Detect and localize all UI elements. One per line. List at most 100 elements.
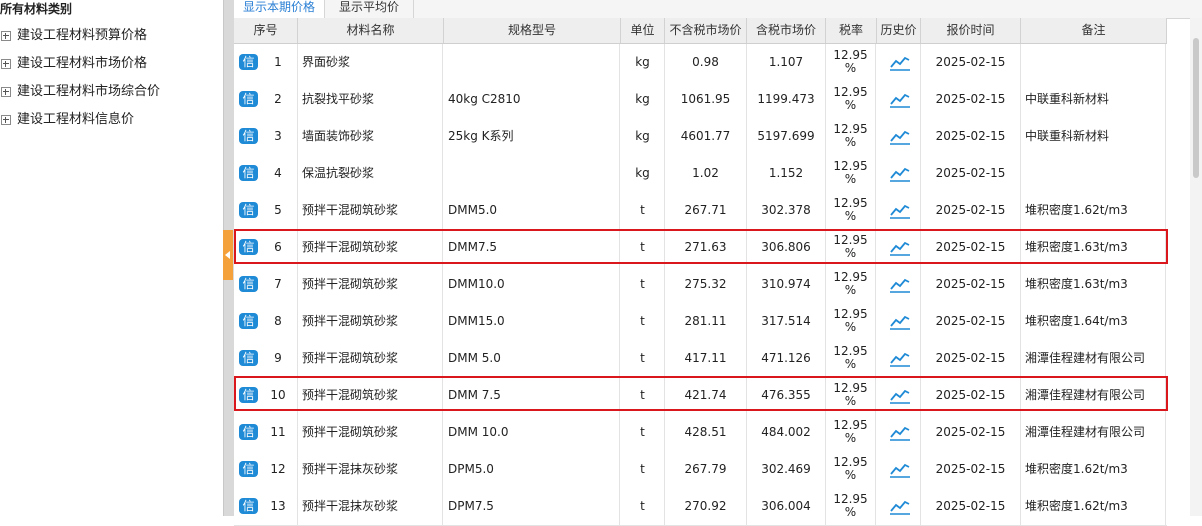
history-chart-icon[interactable] — [890, 240, 910, 256]
cell-price: 0.98 — [665, 44, 747, 81]
table-row[interactable]: 信 8 预拌干混砌筑砂浆 DMM15.0 t 281.11 317.514 12.95% 202… — [234, 303, 1167, 341]
row-seq-number: 11 — [270, 425, 286, 439]
table-row[interactable]: 信 5 预拌干混砌筑砂浆 DMM5.0 t 267.71 302.378 12.95% 2025… — [234, 192, 1167, 230]
cell-name: 预拌干混砌筑砂浆 — [298, 303, 443, 340]
vertical-scrollbar[interactable] — [1190, 18, 1202, 516]
history-chart-icon[interactable] — [890, 351, 910, 367]
cell-name: 预拌干混砌筑砂浆 — [298, 266, 443, 303]
cell-history — [877, 377, 921, 414]
cell-tax-rate: 12.95% — [826, 340, 876, 377]
col-header-unit[interactable]: 单位 — [621, 18, 665, 43]
tree-item-budget-price[interactable]: 建设工程材料预算价格 — [0, 22, 147, 50]
tab-average-price[interactable]: 显示平均价 — [325, 0, 414, 18]
info-badge-icon[interactable]: 信 — [239, 91, 258, 107]
cell-tax-rate: 12.95% — [826, 229, 876, 266]
cell-tax-rate: 12.95% — [826, 303, 876, 340]
info-badge-icon[interactable]: 信 — [239, 239, 258, 255]
history-chart-icon[interactable] — [890, 92, 910, 108]
cell-seq: 信6 — [234, 229, 298, 266]
info-badge-icon[interactable]: 信 — [239, 202, 258, 218]
history-chart-icon[interactable] — [890, 277, 910, 293]
col-header-spec[interactable]: 规格型号 — [444, 18, 621, 43]
col-header-name[interactable]: 材料名称 — [298, 18, 444, 43]
history-chart-icon[interactable] — [890, 462, 910, 478]
table-row[interactable]: 信 10 预拌干混砌筑砂浆 DMM 7.5 t 421.74 476.355 12.95% 20… — [234, 377, 1167, 415]
col-header-price-tax[interactable]: 含税市场价 — [747, 18, 826, 43]
cell-unit: t — [621, 377, 665, 414]
cell-price-tax: 306.004 — [747, 488, 826, 525]
info-badge-icon[interactable]: 信 — [239, 461, 258, 477]
expand-plus-icon[interactable] — [1, 114, 11, 125]
col-header-history[interactable]: 历史价 — [877, 18, 921, 43]
tree-item-label: 建设工程材料市场综合价 — [17, 84, 161, 99]
cell-history — [877, 414, 921, 451]
info-badge-icon[interactable]: 信 — [239, 313, 258, 329]
cell-date: 2025-02-15 — [921, 155, 1021, 192]
tree-item-info-price[interactable]: 建设工程材料信息价 — [0, 106, 134, 134]
cell-spec: DMM 5.0 — [444, 340, 620, 377]
cell-tax-rate: 12.95% — [826, 488, 876, 525]
history-chart-icon[interactable] — [890, 425, 910, 441]
cell-note: 堆积密度1.63t/m3 — [1021, 229, 1166, 266]
tab-current-price[interactable]: 显示本期价格 — [234, 0, 325, 18]
cell-note: 中联重科新材料 — [1021, 81, 1166, 118]
cell-tax-rate: 12.95% — [826, 414, 876, 451]
tree-item-market-composite-price[interactable]: 建设工程材料市场综合价 — [0, 78, 160, 106]
info-badge-icon[interactable]: 信 — [239, 276, 258, 292]
cell-seq: 信 10 — [234, 377, 298, 414]
info-badge-icon[interactable]: 信 — [239, 165, 258, 181]
cell-spec — [444, 155, 620, 192]
info-badge-icon[interactable]: 信 — [239, 128, 258, 144]
cell-history — [877, 118, 921, 155]
table-row[interactable]: 信 13 预拌干混抹灰砂浆 DPM7.5 t 270.92 306.004 12.95% 202… — [234, 488, 1167, 526]
cell-seq: 信 11 — [234, 414, 298, 451]
expand-plus-icon[interactable] — [1, 86, 11, 97]
history-chart-icon[interactable] — [890, 166, 910, 182]
cell-date: 2025-02-15 — [921, 451, 1021, 488]
cell-unit: t — [621, 488, 665, 525]
expand-plus-icon[interactable] — [1, 30, 11, 41]
cell-spec: DMM10.0 — [444, 266, 620, 303]
col-header-price[interactable]: 不含税市场价 — [665, 18, 747, 43]
history-chart-icon[interactable] — [890, 499, 910, 515]
info-badge-icon[interactable]: 信 — [239, 424, 258, 440]
cell-price: 271.63 — [665, 229, 747, 266]
tree-item-market-price[interactable]: 建设工程材料市场价格 — [0, 50, 147, 78]
table-row[interactable]: 信 3 墙面装饰砂浆 25kg K系列 kg 4601.77 5197.699 12.95% 2… — [234, 118, 1167, 156]
info-badge-icon[interactable]: 信 — [239, 350, 258, 366]
history-chart-icon[interactable] — [890, 55, 910, 71]
expand-plus-icon[interactable] — [1, 58, 11, 69]
col-header-tax-rate[interactable]: 税率 — [826, 18, 877, 43]
table-row[interactable]: 信 6 预拌干混砌筑砂浆 DMM7.5 t 271.63 306.806 12.95% 2025… — [234, 229, 1167, 267]
cell-price: 270.92 — [665, 488, 747, 525]
info-badge-icon[interactable]: 信 — [239, 498, 258, 514]
table-row[interactable]: 信 11 预拌干混砌筑砂浆 DMM 10.0 t 428.51 484.002 12.95% 2… — [234, 414, 1167, 452]
cell-tax-rate: 12.95% — [826, 155, 876, 192]
collapse-panel-arrow-icon[interactable] — [223, 230, 233, 280]
cell-note: 堆积密度1.62t/m3 — [1021, 192, 1166, 229]
table-row[interactable]: 信 9 预拌干混砌筑砂浆 DMM 5.0 t 417.11 471.126 12.95% 202… — [234, 340, 1167, 378]
history-chart-icon[interactable] — [890, 388, 910, 404]
info-badge-icon[interactable]: 信 — [239, 54, 258, 70]
info-badge-icon[interactable]: 信 — [239, 387, 258, 403]
table-row[interactable]: 信 7 预拌干混砌筑砂浆 DMM10.0 t 275.32 310.974 12.95% 202… — [234, 266, 1167, 304]
history-chart-icon[interactable] — [890, 129, 910, 145]
col-header-date[interactable]: 报价时间 — [921, 18, 1021, 43]
col-header-seq[interactable]: 序号 — [234, 18, 298, 43]
cell-unit: kg — [621, 44, 665, 81]
table-row[interactable]: 信 2 抗裂找平砂浆 40kg C2810 kg 1061.95 1199.473 12.95… — [234, 81, 1167, 119]
tax-rate-percent: % — [844, 431, 857, 445]
table-row[interactable]: 信 1 界面砂浆 kg 0.98 1.107 12.95% 2025-02-15 — [234, 44, 1167, 82]
cell-history — [877, 451, 921, 488]
history-chart-icon[interactable] — [890, 314, 910, 330]
cell-unit: kg — [621, 81, 665, 118]
cell-price-tax: 306.806 — [747, 229, 826, 266]
cell-date: 2025-02-15 — [921, 266, 1021, 303]
table-row[interactable]: 信 12 预拌干混抹灰砂浆 DPM5.0 t 267.79 302.469 12.95% 202… — [234, 451, 1167, 489]
scrollbar-thumb[interactable] — [1193, 38, 1199, 178]
table-row[interactable]: 信 4 保温抗裂砂浆 kg 1.02 1.152 12.95% 2025-02-15 — [234, 155, 1167, 193]
col-header-note[interactable]: 备注 — [1021, 18, 1167, 43]
row-seq-number: 9 — [274, 351, 282, 365]
history-chart-icon[interactable] — [890, 203, 910, 219]
tree-item-label: 建设工程材料市场价格 — [17, 56, 148, 71]
